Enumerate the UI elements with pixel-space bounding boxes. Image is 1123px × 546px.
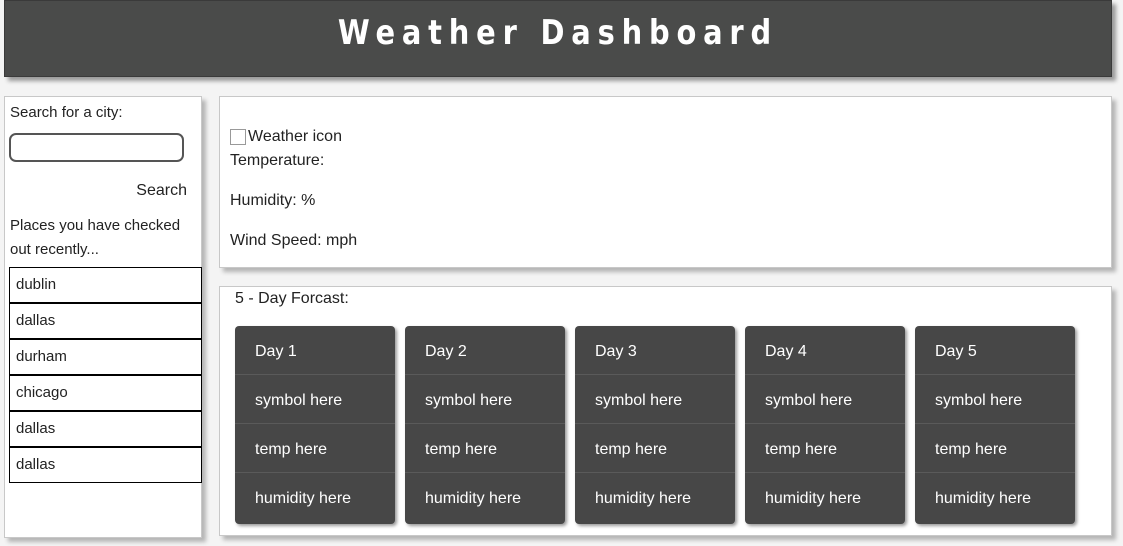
forecast-day-label: Day 1 (235, 326, 395, 375)
recent-city-item[interactable]: durham (9, 339, 202, 375)
current-weather-panel: Weather icon Temperature: Humidity: % Wi… (219, 96, 1112, 268)
forecast-temp: temp here (915, 424, 1075, 473)
forecast-card-day-1: Day 1 symbol here temp here humidity her… (235, 326, 395, 524)
forecast-day-label: Day 2 (405, 326, 565, 375)
search-label: Search for a city: (10, 104, 123, 121)
search-input[interactable] (9, 133, 184, 162)
search-button[interactable]: Search (9, 182, 187, 200)
forecast-humidity: humidity here (255, 490, 352, 507)
forecast-humidity: humidity here (765, 490, 862, 507)
forecast-temp: temp here (235, 424, 395, 473)
recent-city-item[interactable]: chicago (9, 375, 202, 411)
recent-city-item[interactable]: dallas (9, 447, 202, 483)
forecast-cards: Day 1 symbol here temp here humidity her… (235, 326, 1085, 524)
forecast-day-label: Day 3 (575, 326, 735, 375)
forecast-day-label: Day 5 (915, 326, 1075, 375)
forecast-card-day-5: Day 5 symbol here temp here humidity her… (915, 326, 1075, 524)
forecast-symbol: symbol here (745, 375, 905, 424)
forecast-temp: temp here (575, 424, 735, 473)
recent-city-item[interactable]: dallas (9, 303, 202, 339)
wind-speed-text: Wind Speed: mph (230, 232, 358, 249)
forecast-card-day-4: Day 4 symbol here temp here humidity her… (745, 326, 905, 524)
forecast-temp: temp here (405, 424, 565, 473)
weather-icon: Weather icon (230, 125, 1111, 149)
header-bar: Weather Dashboard (4, 0, 1112, 77)
weather-icon-alt-text: Weather icon (248, 128, 342, 145)
broken-image-icon (230, 129, 246, 145)
forecast-title: 5 - Day Forcast: (235, 290, 349, 307)
page-title: Weather Dashboard (337, 12, 779, 53)
forecast-humidity: humidity here (595, 490, 692, 507)
forecast-symbol: symbol here (575, 375, 735, 424)
forecast-humidity: humidity here (935, 490, 1032, 507)
temperature-text: Temperature: (230, 152, 325, 169)
recent-city-item[interactable]: dublin (9, 267, 202, 303)
forecast-symbol: symbol here (405, 375, 565, 424)
humidity-text: Humidity: % (230, 192, 316, 209)
forecast-symbol: symbol here (235, 375, 395, 424)
forecast-temp: temp here (745, 424, 905, 473)
search-sidebar: Search for a city: Search Places you hav… (4, 96, 202, 538)
forecast-panel: 5 - Day Forcast: Day 1 symbol here temp … (219, 286, 1112, 536)
forecast-card-day-3: Day 3 symbol here temp here humidity her… (575, 326, 735, 524)
recent-city-item[interactable]: dallas (9, 411, 202, 447)
forecast-symbol: symbol here (915, 375, 1075, 424)
forecast-day-label: Day 4 (745, 326, 905, 375)
recent-city-list: dublin dallas durham chicago dallas dall… (9, 267, 202, 483)
forecast-humidity: humidity here (425, 490, 522, 507)
forecast-card-day-2: Day 2 symbol here temp here humidity her… (405, 326, 565, 524)
recent-label: Places you have checked out recently... (10, 217, 181, 258)
